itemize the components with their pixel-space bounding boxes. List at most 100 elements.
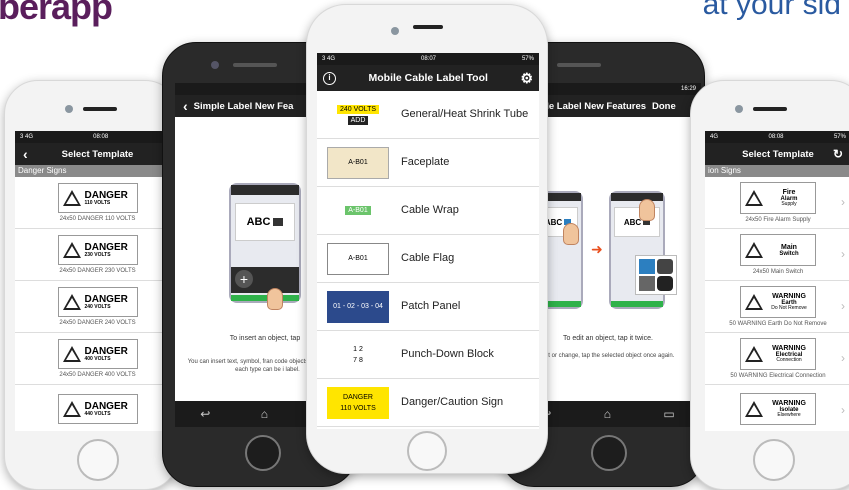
menu-item-label: Punch-Down Block	[401, 347, 494, 360]
home-button[interactable]	[407, 431, 447, 471]
sign-word: DANGER	[84, 241, 128, 253]
info-icon[interactable]: i	[323, 71, 336, 85]
template-row[interactable]: Main Switch 24x50 Main Switch ›	[705, 229, 849, 281]
time: 08:08	[93, 134, 109, 140]
sign-voltage: 110 VOLTS	[84, 199, 111, 206]
chevron-right-icon: ›	[841, 403, 845, 417]
home-button[interactable]	[77, 439, 119, 481]
danger-sign: DANGER 240 VOLTS	[57, 287, 138, 317]
template-row[interactable]: WARNING Isolate Elsewhere ›	[705, 385, 849, 431]
done-button[interactable]: Done	[652, 101, 676, 112]
label-preview: ABC	[235, 203, 295, 241]
home-button[interactable]	[245, 435, 281, 471]
template-row[interactable]: WARNING Earth Do Not Remove 50 WARNING Eart…	[705, 281, 849, 333]
back-nav-icon[interactable]: ↩	[200, 407, 210, 421]
refresh-icon[interactable]: ↻	[833, 147, 843, 161]
screen: 3 4G 08:07 57% i Mobile Cable Label Tool ⚙…	[317, 53, 539, 429]
icon-text: 240 VOLTS	[336, 104, 380, 114]
label-type-icon: 240 VOLTS ADD	[327, 98, 389, 131]
carrier: 3 4G	[20, 134, 34, 140]
icon-text-2: 110 VOLTS	[340, 404, 376, 412]
warning-triangle-icon	[745, 346, 763, 362]
camera-icon[interactable]	[657, 259, 673, 274]
menu-item[interactable]: A-B01 Faceplate	[317, 139, 539, 187]
sign-preview: WARNING Isolate Elsewhere	[740, 393, 816, 425]
nav-bar: i Mobile Cable Label Tool ⚙	[317, 65, 539, 91]
camera	[391, 27, 399, 35]
back-icon[interactable]: ‹	[183, 98, 188, 114]
nav-bar: ‹ Select Template	[15, 143, 180, 165]
status-bar: 4G 08:08 57%	[705, 131, 849, 143]
pointer-hand-icon-2	[639, 199, 655, 221]
header-right-text: at your sid	[702, 0, 841, 21]
warning-triangle-icon	[62, 190, 81, 206]
danger-sign: DANGER 110 VOLTS	[57, 183, 138, 213]
camera	[211, 61, 219, 69]
template-row[interactable]: WARNING Electrical Connection 50 WARNING El…	[705, 333, 849, 385]
template-row[interactable]: DANGER 440 VOLTS	[15, 385, 180, 431]
sign-line-1: Main	[781, 243, 797, 251]
label-type-icon: 01 - 02 - 03 - 04	[327, 290, 389, 323]
icon-text: 01 - 02 - 03 - 04	[333, 303, 383, 310]
speaker	[413, 25, 443, 29]
home-button[interactable]	[591, 435, 627, 471]
battery: 57%	[521, 56, 534, 62]
home-nav-icon[interactable]: ⌂	[604, 407, 611, 421]
home-button[interactable]	[753, 439, 795, 481]
folder-icon[interactable]	[639, 259, 655, 274]
sign-text: WARNING Isolate Elsewhere	[767, 400, 811, 418]
gear-icon[interactable]: ⚙	[520, 70, 533, 87]
sign-text: DANGER 440 VOLTS	[85, 401, 128, 417]
sign-voltage: 230 VOLTS	[84, 251, 111, 258]
danger-sign: DANGER 230 VOLTS	[57, 235, 138, 265]
menu-item[interactable]: 1 27 8 Punch-Down Block	[317, 331, 539, 379]
status-bar: 3 4G 08:07 57%	[317, 53, 539, 65]
sign-text: DANGER 230 VOLTS	[84, 241, 128, 258]
menu-item[interactable]: A-B01 Cable Flag	[317, 235, 539, 283]
template-caption: 24x50 Main Switch	[752, 269, 804, 275]
back-icon[interactable]: ‹	[23, 146, 28, 162]
sign-voltage: 400 VOLTS	[84, 355, 111, 362]
menu-item[interactable]: 01 - 02 - 03 - 04 Patch Panel	[317, 283, 539, 331]
menu-item-label: General/Heat Shrink Tube	[401, 107, 529, 120]
template-list: DANGER 110 VOLTS 24x50 DANGER 110 VOLTS DAN…	[15, 177, 180, 431]
speaker	[83, 107, 117, 111]
sign-preview: WARNING Electrical Connection	[740, 338, 816, 370]
template-caption: 50 WARNING Electrical Connection	[730, 373, 826, 379]
danger-sign: DANGER 440 VOLTS	[57, 394, 138, 424]
menu-item[interactable]: A-B01 Cable Wrap	[317, 187, 539, 235]
label-type-icon: A-B01	[327, 146, 389, 179]
label-type-icon: A-B01	[327, 242, 389, 275]
page-title: Select Template	[742, 148, 814, 160]
menu-item[interactable]: DANGER 110 VOLTS Danger/Caution Sign	[317, 379, 539, 427]
page-title: Mobile Cable Label Tool	[368, 72, 488, 84]
template-list: Fire Alarm Supply 24x50 Fire Alarm Supply › M…	[705, 177, 849, 431]
warning-triangle-icon	[745, 401, 763, 417]
template-caption: 24x50 DANGER 240 VOLTS	[59, 320, 136, 326]
sign-line-3: Elsewhere	[777, 412, 801, 418]
chevron-right-icon: ›	[841, 195, 845, 209]
sign-text: Main Switch	[767, 244, 811, 257]
sign-line-1: WARNING	[772, 293, 806, 300]
home-nav-icon[interactable]: ⌂	[261, 407, 268, 421]
menu-item-label: Danger/Caution Sign	[401, 395, 504, 408]
speaker	[233, 63, 277, 67]
template-row[interactable]: DANGER 230 VOLTS 24x50 DANGER 230 VOLTS	[15, 229, 180, 281]
recents-nav-icon[interactable]: ▭	[663, 407, 674, 421]
text-icon[interactable]	[639, 276, 655, 291]
time: 16:29	[680, 86, 696, 92]
carrier: 4G	[710, 134, 719, 140]
template-caption: 24x50 DANGER 230 VOLTS	[59, 268, 136, 274]
card-label: ABC	[623, 217, 642, 227]
sign-text: DANGER 400 VOLTS	[84, 346, 128, 362]
warning-triangle-icon	[62, 346, 81, 362]
menu-item[interactable]: 240 VOLTS ADD General/Heat Shrink Tube	[317, 91, 539, 139]
template-row[interactable]: DANGER 240 VOLTS 24x50 DANGER 240 VOLTS	[15, 281, 180, 333]
template-caption: 24x50 Fire Alarm Supply	[745, 217, 811, 223]
template-row[interactable]: DANGER 110 VOLTS 24x50 DANGER 110 VOLTS	[15, 177, 180, 229]
add-object-button[interactable]: +	[235, 270, 253, 288]
template-row[interactable]: Fire Alarm Supply 24x50 Fire Alarm Supply ›	[705, 177, 849, 229]
template-row[interactable]: DANGER 400 VOLTS 24x50 DANGER 400 VOLTS	[15, 333, 180, 385]
icon-text: A-B01	[348, 255, 368, 262]
phone-icon[interactable]	[657, 276, 673, 291]
